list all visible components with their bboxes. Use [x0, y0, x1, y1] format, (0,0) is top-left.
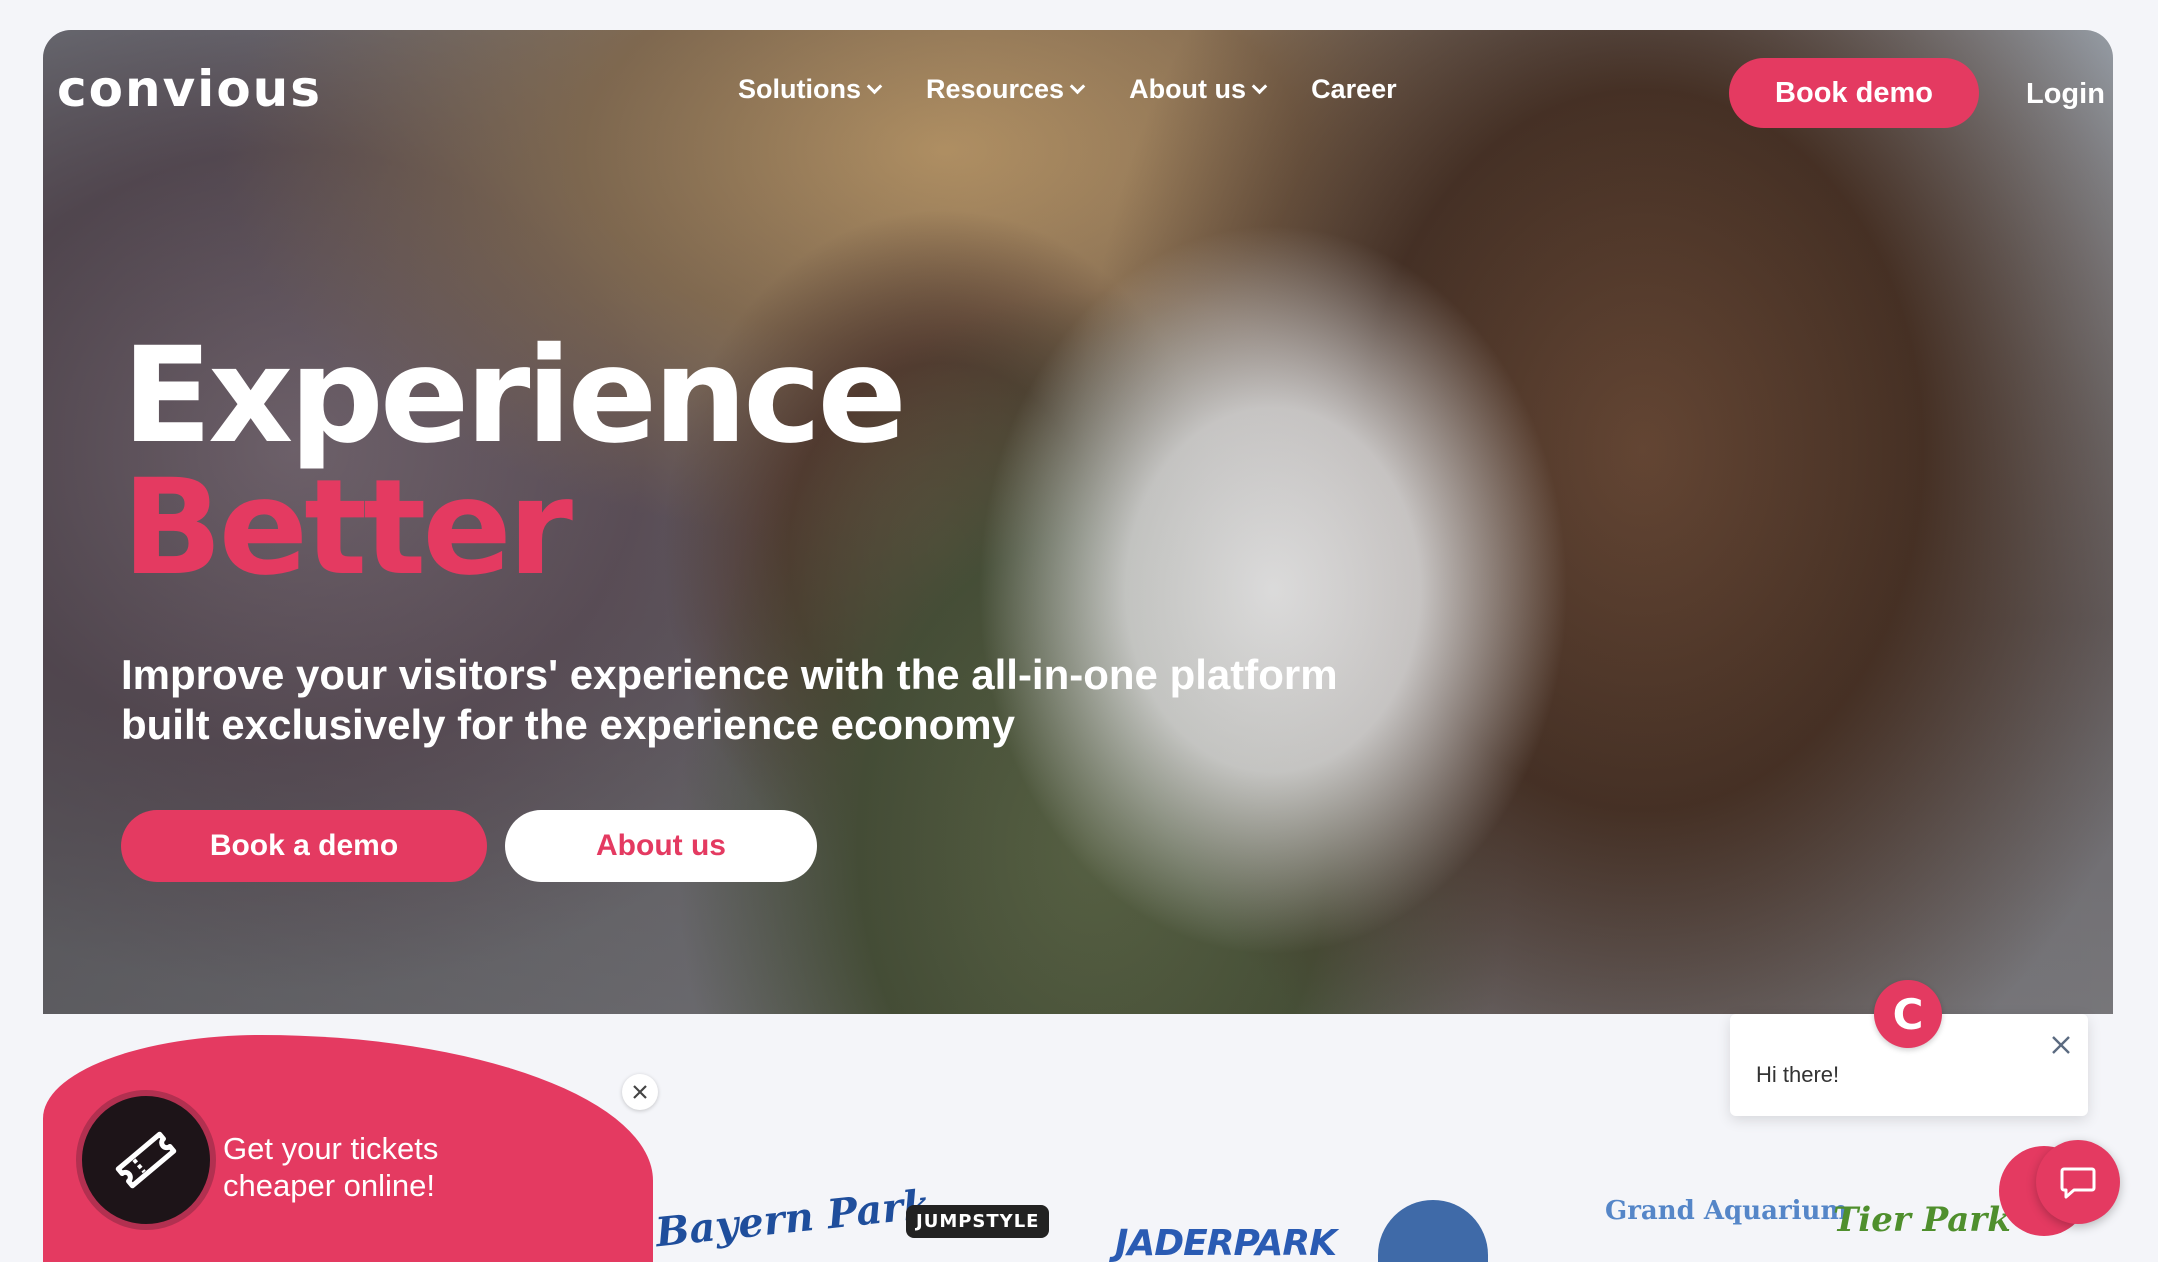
- nav-item-about-us[interactable]: About us: [1129, 74, 1268, 105]
- ticket-promo-banner[interactable]: Get your tickets cheaper online!: [43, 1035, 653, 1262]
- nav-label-about-us: About us: [1129, 74, 1247, 104]
- chat-avatar: C: [1874, 980, 1942, 1048]
- chat-close-button[interactable]: [2048, 1032, 2074, 1058]
- promo-close-button[interactable]: [622, 1074, 658, 1110]
- nav-item-career[interactable]: Career: [1311, 74, 1397, 105]
- close-icon: [633, 1085, 647, 1099]
- close-icon: [2052, 1036, 2070, 1054]
- nav-label-career: Career: [1311, 74, 1397, 104]
- partner-logo-jumpstyle: JUMPSTYLE: [906, 1205, 1050, 1238]
- hero-headline-line1: Experience: [122, 319, 907, 473]
- ticket-icon: [115, 1131, 177, 1189]
- book-demo-button[interactable]: Book demo: [1729, 58, 1979, 128]
- chevron-down-icon: [1069, 78, 1086, 95]
- nav-item-resources[interactable]: Resources: [926, 74, 1086, 105]
- hero-subtext: Improve your visitors' experience with t…: [121, 651, 1338, 748]
- book-a-demo-button[interactable]: Book a demo: [121, 810, 487, 882]
- ticket-badge: [76, 1090, 216, 1230]
- promo-text: Get your tickets cheaper online!: [223, 1130, 438, 1204]
- nav-label-solutions: Solutions: [738, 74, 861, 104]
- chevron-down-icon: [1251, 78, 1268, 95]
- partner-logo-jaderpark: JADERPARK: [1115, 1223, 1337, 1262]
- hero-section: convious Solutions Resources About us Ca…: [43, 30, 2113, 1014]
- main-nav: Solutions Resources About us Career: [738, 74, 1397, 105]
- convious-logo[interactable]: convious: [57, 60, 322, 118]
- chat-launcher-button[interactable]: [2036, 1140, 2120, 1224]
- chevron-down-icon: [866, 78, 883, 95]
- nav-item-solutions[interactable]: Solutions: [738, 74, 883, 105]
- chat-greeting-text: Hi there!: [1756, 1062, 1840, 1087]
- about-us-button[interactable]: About us: [505, 810, 817, 882]
- hero-headline-line2: Better: [122, 451, 573, 605]
- partner-logo-bayern-park: Bayern Park: [653, 1180, 933, 1257]
- partner-logo-mascot: [1378, 1200, 1488, 1262]
- partner-logo-tier-park: Tier Park: [1833, 1200, 2011, 1240]
- promo-text-line1: Get your tickets: [223, 1131, 439, 1166]
- promo-text-line2: cheaper online!: [223, 1168, 435, 1203]
- nav-label-resources: Resources: [926, 74, 1065, 104]
- chat-icon: [2060, 1167, 2096, 1199]
- login-link[interactable]: Login: [2026, 78, 2105, 111]
- partner-logo-grand-aquarium: Grand Aquarium: [1605, 1196, 1848, 1226]
